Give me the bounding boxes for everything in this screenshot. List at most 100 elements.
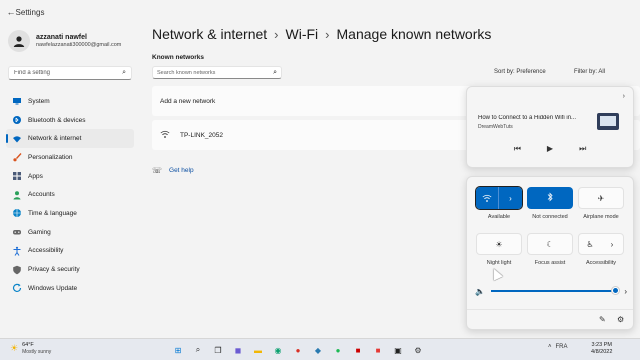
known-networks-heading: Known networks <box>152 54 205 61</box>
chevron-right-icon[interactable]: › <box>499 187 522 209</box>
taskbar: ☀ 64°F Mostly sunny ⊞ ⌕ ❐ ◼ ▬ ◉ ● ◆ ● ■ … <box>0 338 640 360</box>
sidebar-item-label: Accounts <box>28 191 55 199</box>
chat-icon[interactable]: ◼ <box>230 342 246 358</box>
breadcrumb-current: Manage known networks <box>336 26 492 42</box>
system-tray: ˄ FRA <box>548 344 568 350</box>
weather-widget[interactable]: ☀ 64°F Mostly sunny <box>10 342 51 355</box>
sidebar-item-gaming[interactable]: Gaming <box>6 223 134 242</box>
chevron-right-icon[interactable]: › <box>623 93 625 100</box>
sidebar-item-label: Personalization <box>28 153 73 161</box>
sidebar-item-system[interactable]: System <box>6 92 134 111</box>
sidebar-item-personalization[interactable]: Personalization <box>6 148 134 167</box>
gear-icon[interactable]: ⚙ <box>617 315 624 324</box>
sort-dropdown[interactable]: Sort by: Preference <box>494 69 546 75</box>
language-indicator[interactable]: FRA <box>556 344 568 350</box>
bluetooth-tile[interactable] <box>527 187 573 209</box>
sidebar-item-windows-update[interactable]: Windows Update <box>6 279 134 298</box>
find-setting-input[interactable] <box>14 70 123 76</box>
gamepad-icon <box>12 227 22 237</box>
search-icon[interactable]: ⌕ <box>122 69 126 77</box>
find-setting-box: ⌕ <box>8 66 132 80</box>
profile-name: azzanati nawfel <box>36 34 87 41</box>
chrome-icon[interactable]: ● <box>290 342 306 358</box>
settings-icon[interactable]: ⚙ <box>410 342 426 358</box>
sidebar-item-label: Network & internet <box>28 135 82 143</box>
help-icon: ☏ <box>152 166 163 175</box>
previous-track-icon[interactable]: ⏮ <box>514 144 521 154</box>
volume-row: 🔈 › <box>475 285 627 297</box>
file-explorer-icon[interactable]: ▬ <box>250 342 266 358</box>
windows-start-icon[interactable]: ⊞ <box>170 342 186 358</box>
media-flyout: › How to Connect to a Hidden Wifi in... … <box>466 86 634 168</box>
tile-label: Airplane mode <box>583 214 619 220</box>
night-light-tile[interactable]: ☀ <box>476 233 522 255</box>
focus-assist-tile[interactable]: ☾ <box>527 233 573 255</box>
known-networks-search: ⌕ <box>152 66 282 79</box>
filter-label: Filter by: <box>574 69 598 75</box>
accessibility-tile[interactable]: ♿ › <box>578 233 624 255</box>
sidebar-item-bluetooth[interactable]: Bluetooth & devices <box>6 111 134 130</box>
task-view-icon[interactable]: ❐ <box>210 342 226 358</box>
store-icon[interactable]: ◆ <box>310 342 326 358</box>
person-icon <box>13 36 25 47</box>
app-icon[interactable]: ■ <box>350 342 366 358</box>
sidebar-item-accounts[interactable]: Accounts <box>6 185 134 204</box>
monitor-icon <box>12 96 22 106</box>
media-thumbnail <box>597 113 619 130</box>
sidebar: azzanati nawfel nawfelazzanati300000@gma… <box>0 24 140 338</box>
filter-dropdown[interactable]: Filter by: All <box>574 69 605 75</box>
sidebar-item-label: Time & language <box>28 209 77 217</box>
avatar <box>8 30 30 52</box>
accessibility-icon[interactable]: ♿ <box>579 234 601 254</box>
profile[interactable]: azzanati nawfel nawfelazzanati300000@gma… <box>8 30 121 52</box>
media-title: How to Connect to a Hidden Wifi in... <box>478 115 577 121</box>
known-networks-search-input[interactable] <box>157 69 274 76</box>
breadcrumb-wifi[interactable]: Wi-Fi <box>286 26 319 42</box>
next-track-icon[interactable]: ⏭ <box>579 144 586 154</box>
tile-label: Accessibility <box>586 260 616 266</box>
speaker-icon[interactable]: 🔈 <box>475 287 485 296</box>
search-icon[interactable]: ⌕ <box>190 342 206 358</box>
sidebar-item-network[interactable]: Network & internet <box>6 129 134 149</box>
airplane-mode-tile[interactable]: ✈ <box>578 187 624 209</box>
volume-slider-thumb[interactable] <box>612 287 620 294</box>
profile-email: nawfelazzanati300000@gmail.com <box>36 42 122 48</box>
get-help-label: Get help <box>169 167 194 174</box>
clock[interactable]: 3:23 PM 4/8/2022 <box>591 342 612 356</box>
sidebar-item-time-language[interactable]: Time & language <box>6 204 134 223</box>
app-icon[interactable]: ■ <box>370 342 386 358</box>
chevron-right-icon[interactable]: › <box>601 234 623 254</box>
chevron-right-icon: › <box>325 26 330 42</box>
pencil-icon[interactable]: ✎ <box>599 315 606 324</box>
search-icon[interactable]: ⌕ <box>273 69 277 77</box>
sidebar-item-label: Privacy & security <box>28 266 80 274</box>
volume-slider[interactable] <box>490 287 620 294</box>
media-controls: ⏮ ▶ ⏭ <box>467 144 633 154</box>
app-icon[interactable]: ▣ <box>390 342 406 358</box>
sidebar-item-privacy[interactable]: Privacy & security <box>6 260 134 279</box>
breadcrumb-network[interactable]: Network & internet <box>152 26 267 42</box>
play-icon[interactable]: ▶ <box>547 144 553 154</box>
network-name: TP-LINK_2052 <box>180 131 223 139</box>
wifi-tile[interactable]: › <box>475 186 523 210</box>
title-bar: ← Settings <box>0 0 640 24</box>
quick-settings-panel: › Available Not connected ✈ Airplane mod… <box>466 176 634 330</box>
wifi-icon[interactable] <box>476 187 499 209</box>
chevron-right-icon: › <box>274 26 279 42</box>
sidebar-item-accessibility[interactable]: Accessibility <box>6 242 134 261</box>
filter-value: All <box>598 69 606 75</box>
edge-icon[interactable]: ◉ <box>270 342 286 358</box>
app-title: Settings <box>15 7 45 17</box>
chevron-up-icon[interactable]: ˄ <box>548 344 552 350</box>
chevron-right-icon[interactable]: › <box>624 287 627 296</box>
spotify-icon[interactable]: ● <box>330 342 346 358</box>
sort-value: Preference <box>516 69 546 75</box>
get-help-link[interactable]: ☏ Get help <box>152 166 194 175</box>
sun-icon: ☀ <box>10 343 19 353</box>
airplane-icon: ✈ <box>597 193 605 203</box>
bluetooth-icon <box>546 192 554 204</box>
sidebar-item-label: System <box>28 97 50 105</box>
sort-label: Sort by: <box>494 69 515 75</box>
sidebar-item-label: Bluetooth & devices <box>28 116 86 124</box>
sidebar-item-apps[interactable]: Apps <box>6 167 134 186</box>
